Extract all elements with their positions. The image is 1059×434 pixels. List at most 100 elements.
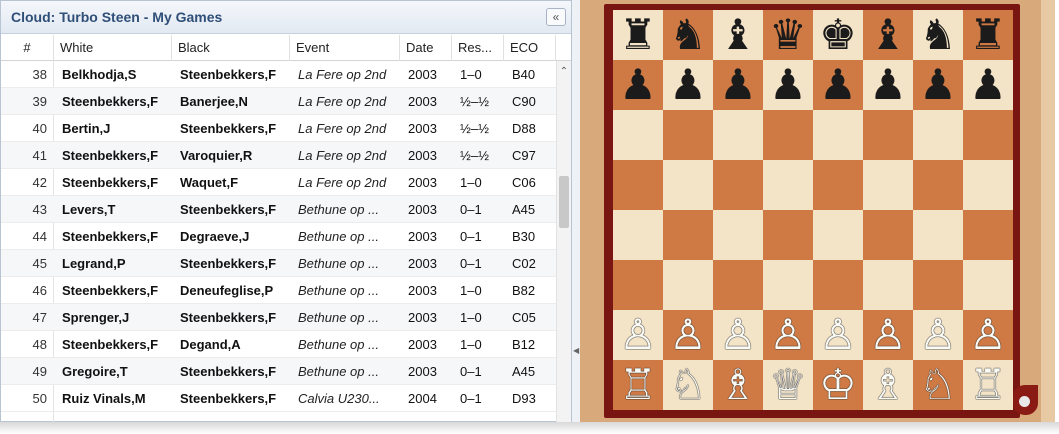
column-header-result[interactable]: Res... (452, 35, 504, 61)
square-h3[interactable] (963, 260, 1013, 310)
column-header-number[interactable]: # (1, 35, 54, 61)
white-piece-icon[interactable]: ♕ (769, 364, 807, 406)
black-piece-icon[interactable]: ♟ (919, 64, 957, 106)
square-c1[interactable]: ♗ (713, 360, 763, 410)
white-piece-icon[interactable]: ♗ (869, 364, 907, 406)
square-e5[interactable] (813, 160, 863, 210)
square-f8[interactable]: ♝ (863, 10, 913, 60)
black-piece-icon[interactable]: ♟ (669, 64, 707, 106)
square-h7[interactable]: ♟ (963, 60, 1013, 110)
square-e7[interactable]: ♟ (813, 60, 863, 110)
square-g4[interactable] (913, 210, 963, 260)
square-a1[interactable]: ♖ (613, 360, 663, 410)
game-list-scrollbar[interactable]: ⌃ (556, 61, 571, 422)
column-header-date[interactable]: Date (400, 35, 452, 61)
square-e6[interactable] (813, 110, 863, 160)
square-f5[interactable] (863, 160, 913, 210)
square-g8[interactable]: ♞ (913, 10, 963, 60)
square-h8[interactable]: ♜ (963, 10, 1013, 60)
square-c6[interactable] (713, 110, 763, 160)
black-piece-icon[interactable]: ♟ (719, 64, 757, 106)
white-piece-icon[interactable]: ♖ (969, 364, 1007, 406)
black-piece-icon[interactable]: ♝ (719, 14, 757, 56)
square-c7[interactable]: ♟ (713, 60, 763, 110)
collapse-panel-icon[interactable]: « (546, 8, 566, 26)
square-g6[interactable] (913, 110, 963, 160)
column-header-event[interactable]: Event (290, 35, 400, 61)
square-a6[interactable] (613, 110, 663, 160)
table-row[interactable]: 41 Steenbekkers,F Varoquier,R La Fere op 2n… (1, 142, 556, 169)
square-d5[interactable] (763, 160, 813, 210)
square-d2[interactable]: ♙ (763, 310, 813, 360)
black-piece-icon[interactable]: ♟ (819, 64, 857, 106)
square-f6[interactable] (863, 110, 913, 160)
square-h4[interactable] (963, 210, 1013, 260)
square-h1[interactable]: ♖ (963, 360, 1013, 410)
square-g2[interactable]: ♙ (913, 310, 963, 360)
table-row[interactable]: 46 Steenbekkers,F Deneufeglise,P Bethune op… (1, 277, 556, 304)
square-b1[interactable]: ♘ (663, 360, 713, 410)
square-e4[interactable] (813, 210, 863, 260)
square-c3[interactable] (713, 260, 763, 310)
square-e8[interactable]: ♚ (813, 10, 863, 60)
black-piece-icon[interactable]: ♞ (919, 14, 957, 56)
table-row[interactable]: 49 Gregoire,T Steenbekkers,F Bethune op ...… (1, 358, 556, 385)
table-row[interactable]: 42 Steenbekkers,F Waquet,F La Fere op 2nd 20… (1, 169, 556, 196)
square-d8[interactable]: ♛ (763, 10, 813, 60)
black-piece-icon[interactable]: ♜ (969, 14, 1007, 56)
scroll-up-icon[interactable]: ⌃ (557, 66, 571, 78)
table-row[interactable]: 50 Ruiz Vinals,M Steenbekkers,F Calvia U230… (1, 385, 556, 412)
black-piece-icon[interactable]: ♜ (619, 14, 657, 56)
square-b2[interactable]: ♙ (663, 310, 713, 360)
square-d7[interactable]: ♟ (763, 60, 813, 110)
white-piece-icon[interactable]: ♙ (769, 314, 807, 356)
square-d3[interactable] (763, 260, 813, 310)
white-piece-icon[interactable]: ♘ (919, 364, 957, 406)
square-c4[interactable] (713, 210, 763, 260)
table-row[interactable]: 45 Legrand,P Steenbekkers,F Bethune op ... 2… (1, 250, 556, 277)
chess-board[interactable]: ♜ ♞ ♝ ♛ ♚ ♝ ♞ ♜ ♟ ♟ ♟ ♟ ♟ ♟ ♟ ♟ ♙ ♙ ♙ ♙ ♙ ♙ ♙ ♙ ♖ ♘ ♗ ♕ ♔ ♗ ♘ ♖ (613, 10, 1013, 410)
table-row[interactable]: 38 Belkhodja,S Steenbekkers,F La Fere op 2n… (1, 61, 556, 88)
square-a4[interactable] (613, 210, 663, 260)
white-piece-icon[interactable]: ♔ (819, 364, 857, 406)
square-g3[interactable] (913, 260, 963, 310)
square-e1[interactable]: ♔ (813, 360, 863, 410)
table-row[interactable]: 40 Bertin,J Steenbekkers,F La Fere op 2nd 20… (1, 115, 556, 142)
square-f1[interactable]: ♗ (863, 360, 913, 410)
square-f2[interactable]: ♙ (863, 310, 913, 360)
white-piece-icon[interactable]: ♘ (669, 364, 707, 406)
square-g7[interactable]: ♟ (913, 60, 963, 110)
table-row[interactable]: 44 Steenbekkers,F Degraeve,J Bethune op ...… (1, 223, 556, 250)
square-b6[interactable] (663, 110, 713, 160)
white-piece-icon[interactable]: ♙ (969, 314, 1007, 356)
square-a7[interactable]: ♟ (613, 60, 663, 110)
table-row[interactable]: 48 Steenbekkers,F Degand,A Bethune op ... 20… (1, 331, 556, 358)
square-f4[interactable] (863, 210, 913, 260)
square-a3[interactable] (613, 260, 663, 310)
black-piece-icon[interactable]: ♟ (969, 64, 1007, 106)
square-g1[interactable]: ♘ (913, 360, 963, 410)
square-a5[interactable] (613, 160, 663, 210)
square-f3[interactable] (863, 260, 913, 310)
square-d4[interactable] (763, 210, 813, 260)
table-row[interactable]: 39 Steenbekkers,F Banerjee,N La Fere op 2nd… (1, 88, 556, 115)
white-piece-icon[interactable]: ♙ (719, 314, 757, 356)
square-b3[interactable] (663, 260, 713, 310)
white-piece-icon[interactable]: ♗ (719, 364, 757, 406)
square-c8[interactable]: ♝ (713, 10, 763, 60)
square-d6[interactable] (763, 110, 813, 160)
splitter-arrow-icon[interactable]: ◀ (573, 346, 579, 355)
table-row[interactable]: 43 Levers,T Steenbekkers,F Bethune op ... 20… (1, 196, 556, 223)
scroll-thumb[interactable] (559, 176, 569, 228)
square-h2[interactable]: ♙ (963, 310, 1013, 360)
square-h5[interactable] (963, 160, 1013, 210)
white-piece-icon[interactable]: ♙ (669, 314, 707, 356)
white-piece-icon[interactable]: ♙ (819, 314, 857, 356)
square-a2[interactable]: ♙ (613, 310, 663, 360)
square-d1[interactable]: ♕ (763, 360, 813, 410)
square-c5[interactable] (713, 160, 763, 210)
square-b8[interactable]: ♞ (663, 10, 713, 60)
white-piece-icon[interactable]: ♖ (619, 364, 657, 406)
square-b4[interactable] (663, 210, 713, 260)
black-piece-icon[interactable]: ♟ (869, 64, 907, 106)
